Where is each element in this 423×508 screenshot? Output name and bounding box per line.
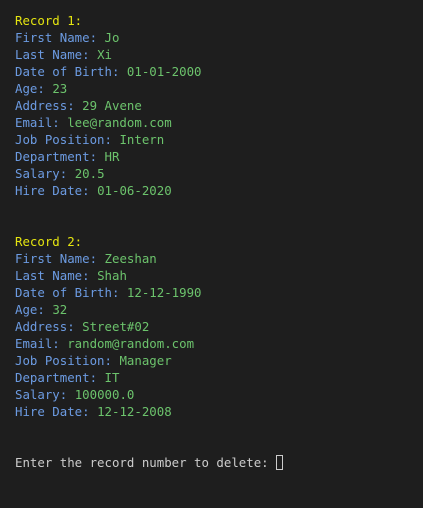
blank-lines bbox=[15, 420, 423, 454]
field-value: Manager bbox=[119, 353, 172, 368]
field-value: Street#02 bbox=[82, 319, 150, 334]
field-address: Address: Street#02 bbox=[15, 318, 423, 335]
field-first-name: First Name: Jo bbox=[15, 29, 423, 46]
field-value: Shah bbox=[97, 268, 127, 283]
field-value: 32 bbox=[52, 302, 68, 317]
record-title: Record 1: bbox=[15, 13, 83, 28]
prompt-text: Enter the record number to delete: bbox=[15, 455, 277, 470]
field-value: 23 bbox=[52, 81, 68, 96]
field-email: Email: lee@random.com bbox=[15, 114, 423, 131]
field-value: 100000.0 bbox=[74, 387, 135, 402]
record-block: Record 2: First Name: Zeeshan Last Name:… bbox=[15, 233, 423, 420]
field-label: Last Name: bbox=[15, 47, 98, 62]
field-value: Jo bbox=[104, 30, 120, 45]
field-job-position: Job Position: Intern bbox=[15, 131, 423, 148]
field-label: Salary: bbox=[15, 387, 75, 402]
field-email: Email: random@random.com bbox=[15, 335, 423, 352]
field-date-of-birth: Date of Birth: 01-01-2000 bbox=[15, 63, 423, 80]
field-label: Age: bbox=[15, 81, 53, 96]
text-cursor[interactable] bbox=[276, 455, 284, 470]
field-hire-date: Hire Date: 01-06-2020 bbox=[15, 182, 423, 199]
field-label: Hire Date: bbox=[15, 404, 98, 419]
field-value: 01-01-2000 bbox=[126, 64, 202, 79]
field-label: Email: bbox=[15, 336, 68, 351]
field-label: Date of Birth: bbox=[15, 285, 127, 300]
field-label: Salary: bbox=[15, 166, 75, 181]
field-label: Date of Birth: bbox=[15, 64, 127, 79]
field-address: Address: 29 Avene bbox=[15, 97, 423, 114]
field-job-position: Job Position: Manager bbox=[15, 352, 423, 369]
field-value: 29 Avene bbox=[82, 98, 142, 113]
field-salary: Salary: 20.5 bbox=[15, 165, 423, 182]
field-department: Department: IT bbox=[15, 369, 423, 386]
delete-prompt[interactable]: Enter the record number to delete: bbox=[15, 454, 423, 471]
field-last-name: Last Name: Shah bbox=[15, 267, 423, 284]
field-value: lee@random.com bbox=[67, 115, 172, 130]
field-label: Hire Date: bbox=[15, 183, 98, 198]
field-value: IT bbox=[104, 370, 120, 385]
record-block: Record 1: First Name: Jo Last Name: Xi D… bbox=[15, 12, 423, 199]
field-last-name: Last Name: Xi bbox=[15, 46, 423, 63]
blank-lines bbox=[15, 199, 423, 233]
field-label: First Name: bbox=[15, 30, 105, 45]
field-label: Age: bbox=[15, 302, 53, 317]
field-age: Age: 32 bbox=[15, 301, 423, 318]
field-label: Job Position: bbox=[15, 353, 120, 368]
field-salary: Salary: 100000.0 bbox=[15, 386, 423, 403]
field-label: Job Position: bbox=[15, 132, 120, 147]
field-value: Intern bbox=[119, 132, 165, 147]
field-label: Address: bbox=[15, 98, 83, 113]
field-hire-date: Hire Date: 12-12-2008 bbox=[15, 403, 423, 420]
field-label: Department: bbox=[15, 149, 105, 164]
field-label: Address: bbox=[15, 319, 83, 334]
record-title: Record 2: bbox=[15, 234, 83, 249]
field-date-of-birth: Date of Birth: 12-12-1990 bbox=[15, 284, 423, 301]
field-value: Xi bbox=[97, 47, 112, 62]
field-value: 01-06-2020 bbox=[97, 183, 172, 198]
terminal-output: Record 1: First Name: Jo Last Name: Xi D… bbox=[0, 0, 423, 508]
field-value: 12-12-2008 bbox=[97, 404, 172, 419]
field-department: Department: HR bbox=[15, 148, 423, 165]
field-label: First Name: bbox=[15, 251, 105, 266]
field-label: Last Name: bbox=[15, 268, 98, 283]
field-label: Email: bbox=[15, 115, 68, 130]
field-age: Age: 23 bbox=[15, 80, 423, 97]
field-value: 12-12-1990 bbox=[126, 285, 202, 300]
field-value: HR bbox=[104, 149, 120, 164]
field-label: Department: bbox=[15, 370, 105, 385]
field-value: Zeeshan bbox=[104, 251, 157, 266]
field-first-name: First Name: Zeeshan bbox=[15, 250, 423, 267]
field-value: random@random.com bbox=[67, 336, 195, 351]
field-value: 20.5 bbox=[74, 166, 105, 181]
